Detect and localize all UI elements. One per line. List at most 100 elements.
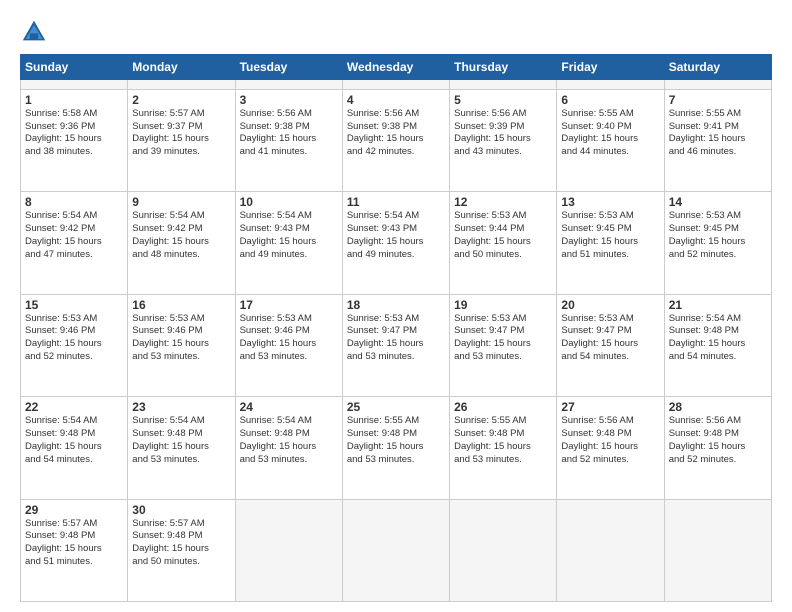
day-cell bbox=[235, 80, 342, 90]
cell-line: Sunrise: 5:54 AM bbox=[25, 210, 97, 221]
cell-line: and 50 minutes. bbox=[454, 249, 522, 260]
cell-line: Sunset: 9:48 PM bbox=[347, 428, 417, 439]
day-cell bbox=[664, 499, 771, 601]
day-cell: 2Sunrise: 5:57 AMSunset: 9:37 PMDaylight… bbox=[128, 89, 235, 191]
cell-line: Sunrise: 5:54 AM bbox=[347, 210, 419, 221]
cell-text: Sunrise: 5:54 AMSunset: 9:43 PMDaylight:… bbox=[240, 210, 338, 261]
cell-line: Sunset: 9:44 PM bbox=[454, 223, 524, 234]
cell-line: Daylight: 15 hours bbox=[561, 133, 638, 144]
cell-text: Sunrise: 5:56 AMSunset: 9:48 PMDaylight:… bbox=[561, 415, 659, 466]
cell-line: Sunset: 9:43 PM bbox=[240, 223, 310, 234]
cell-line: Sunset: 9:48 PM bbox=[132, 428, 202, 439]
day-number: 21 bbox=[669, 298, 767, 312]
day-cell: 28Sunrise: 5:56 AMSunset: 9:48 PMDayligh… bbox=[664, 397, 771, 499]
cell-line: Daylight: 15 hours bbox=[132, 543, 209, 554]
col-header-saturday: Saturday bbox=[664, 55, 771, 80]
day-cell: 12Sunrise: 5:53 AMSunset: 9:44 PMDayligh… bbox=[450, 192, 557, 294]
day-number: 14 bbox=[669, 195, 767, 209]
cell-line: Sunrise: 5:53 AM bbox=[561, 210, 633, 221]
cell-line: and 50 minutes. bbox=[132, 556, 200, 567]
day-cell: 11Sunrise: 5:54 AMSunset: 9:43 PMDayligh… bbox=[342, 192, 449, 294]
cell-text: Sunrise: 5:53 AMSunset: 9:46 PMDaylight:… bbox=[132, 313, 230, 364]
day-cell bbox=[450, 80, 557, 90]
cell-line: and 53 minutes. bbox=[347, 454, 415, 465]
day-cell: 24Sunrise: 5:54 AMSunset: 9:48 PMDayligh… bbox=[235, 397, 342, 499]
cell-line: Sunrise: 5:54 AM bbox=[132, 210, 204, 221]
cell-line: Sunset: 9:48 PM bbox=[669, 428, 739, 439]
cell-line: Sunrise: 5:56 AM bbox=[240, 108, 312, 119]
cell-line: Sunset: 9:39 PM bbox=[454, 121, 524, 132]
cell-line: Daylight: 15 hours bbox=[454, 338, 531, 349]
day-cell bbox=[450, 499, 557, 601]
col-header-thursday: Thursday bbox=[450, 55, 557, 80]
cell-line: and 53 minutes. bbox=[240, 351, 308, 362]
cell-line: and 54 minutes. bbox=[561, 351, 629, 362]
cell-line: Daylight: 15 hours bbox=[669, 338, 746, 349]
cell-text: Sunrise: 5:57 AMSunset: 9:48 PMDaylight:… bbox=[25, 518, 123, 569]
cell-line: Sunrise: 5:57 AM bbox=[25, 518, 97, 529]
day-cell: 23Sunrise: 5:54 AMSunset: 9:48 PMDayligh… bbox=[128, 397, 235, 499]
cell-line: Sunrise: 5:55 AM bbox=[454, 415, 526, 426]
day-cell: 8Sunrise: 5:54 AMSunset: 9:42 PMDaylight… bbox=[21, 192, 128, 294]
header-row: SundayMondayTuesdayWednesdayThursdayFrid… bbox=[21, 55, 772, 80]
cell-line: and 52 minutes. bbox=[561, 454, 629, 465]
col-header-tuesday: Tuesday bbox=[235, 55, 342, 80]
cell-line: Sunrise: 5:56 AM bbox=[347, 108, 419, 119]
day-cell: 29Sunrise: 5:57 AMSunset: 9:48 PMDayligh… bbox=[21, 499, 128, 601]
logo-icon bbox=[20, 18, 48, 46]
cell-line: and 52 minutes. bbox=[669, 249, 737, 260]
day-number: 6 bbox=[561, 93, 659, 107]
cell-line: Sunrise: 5:53 AM bbox=[669, 210, 741, 221]
cell-line: and 53 minutes. bbox=[132, 454, 200, 465]
cell-line: Daylight: 15 hours bbox=[454, 236, 531, 247]
cell-line: Sunset: 9:47 PM bbox=[347, 325, 417, 336]
cell-line: Daylight: 15 hours bbox=[132, 338, 209, 349]
logo bbox=[20, 18, 52, 46]
cell-line: Sunrise: 5:55 AM bbox=[669, 108, 741, 119]
cell-line: Sunset: 9:48 PM bbox=[132, 530, 202, 541]
day-cell: 18Sunrise: 5:53 AMSunset: 9:47 PMDayligh… bbox=[342, 294, 449, 396]
cell-line: and 54 minutes. bbox=[25, 454, 93, 465]
day-cell: 22Sunrise: 5:54 AMSunset: 9:48 PMDayligh… bbox=[21, 397, 128, 499]
cell-line: Daylight: 15 hours bbox=[347, 133, 424, 144]
cell-text: Sunrise: 5:53 AMSunset: 9:47 PMDaylight:… bbox=[454, 313, 552, 364]
day-cell: 1Sunrise: 5:58 AMSunset: 9:36 PMDaylight… bbox=[21, 89, 128, 191]
day-number: 30 bbox=[132, 503, 230, 517]
cell-line: Sunrise: 5:53 AM bbox=[132, 313, 204, 324]
day-number: 10 bbox=[240, 195, 338, 209]
day-cell: 17Sunrise: 5:53 AMSunset: 9:46 PMDayligh… bbox=[235, 294, 342, 396]
cell-line: Sunset: 9:47 PM bbox=[454, 325, 524, 336]
cell-line: and 42 minutes. bbox=[347, 146, 415, 157]
day-number: 22 bbox=[25, 400, 123, 414]
cell-text: Sunrise: 5:53 AMSunset: 9:46 PMDaylight:… bbox=[25, 313, 123, 364]
cell-line: Daylight: 15 hours bbox=[347, 236, 424, 247]
cell-text: Sunrise: 5:53 AMSunset: 9:44 PMDaylight:… bbox=[454, 210, 552, 261]
cell-line: and 49 minutes. bbox=[347, 249, 415, 260]
cell-line: and 43 minutes. bbox=[454, 146, 522, 157]
day-number: 18 bbox=[347, 298, 445, 312]
cell-line: and 47 minutes. bbox=[25, 249, 93, 260]
cell-line: Sunrise: 5:54 AM bbox=[132, 415, 204, 426]
cell-line: Sunrise: 5:56 AM bbox=[669, 415, 741, 426]
cell-line: Sunset: 9:48 PM bbox=[561, 428, 631, 439]
cell-line: Daylight: 15 hours bbox=[669, 133, 746, 144]
cell-line: Sunset: 9:41 PM bbox=[669, 121, 739, 132]
day-cell bbox=[342, 499, 449, 601]
cell-text: Sunrise: 5:56 AMSunset: 9:38 PMDaylight:… bbox=[347, 108, 445, 159]
cell-line: and 51 minutes. bbox=[25, 556, 93, 567]
day-cell bbox=[557, 80, 664, 90]
col-header-monday: Monday bbox=[128, 55, 235, 80]
cell-line: and 53 minutes. bbox=[347, 351, 415, 362]
cell-text: Sunrise: 5:55 AMSunset: 9:48 PMDaylight:… bbox=[347, 415, 445, 466]
day-cell: 25Sunrise: 5:55 AMSunset: 9:48 PMDayligh… bbox=[342, 397, 449, 499]
day-number: 13 bbox=[561, 195, 659, 209]
cell-line: Sunset: 9:45 PM bbox=[561, 223, 631, 234]
col-header-friday: Friday bbox=[557, 55, 664, 80]
day-number: 12 bbox=[454, 195, 552, 209]
cell-text: Sunrise: 5:53 AMSunset: 9:47 PMDaylight:… bbox=[561, 313, 659, 364]
cell-line: Sunrise: 5:54 AM bbox=[240, 210, 312, 221]
day-cell: 15Sunrise: 5:53 AMSunset: 9:46 PMDayligh… bbox=[21, 294, 128, 396]
day-number: 15 bbox=[25, 298, 123, 312]
cell-line: Sunset: 9:42 PM bbox=[132, 223, 202, 234]
day-cell: 16Sunrise: 5:53 AMSunset: 9:46 PMDayligh… bbox=[128, 294, 235, 396]
